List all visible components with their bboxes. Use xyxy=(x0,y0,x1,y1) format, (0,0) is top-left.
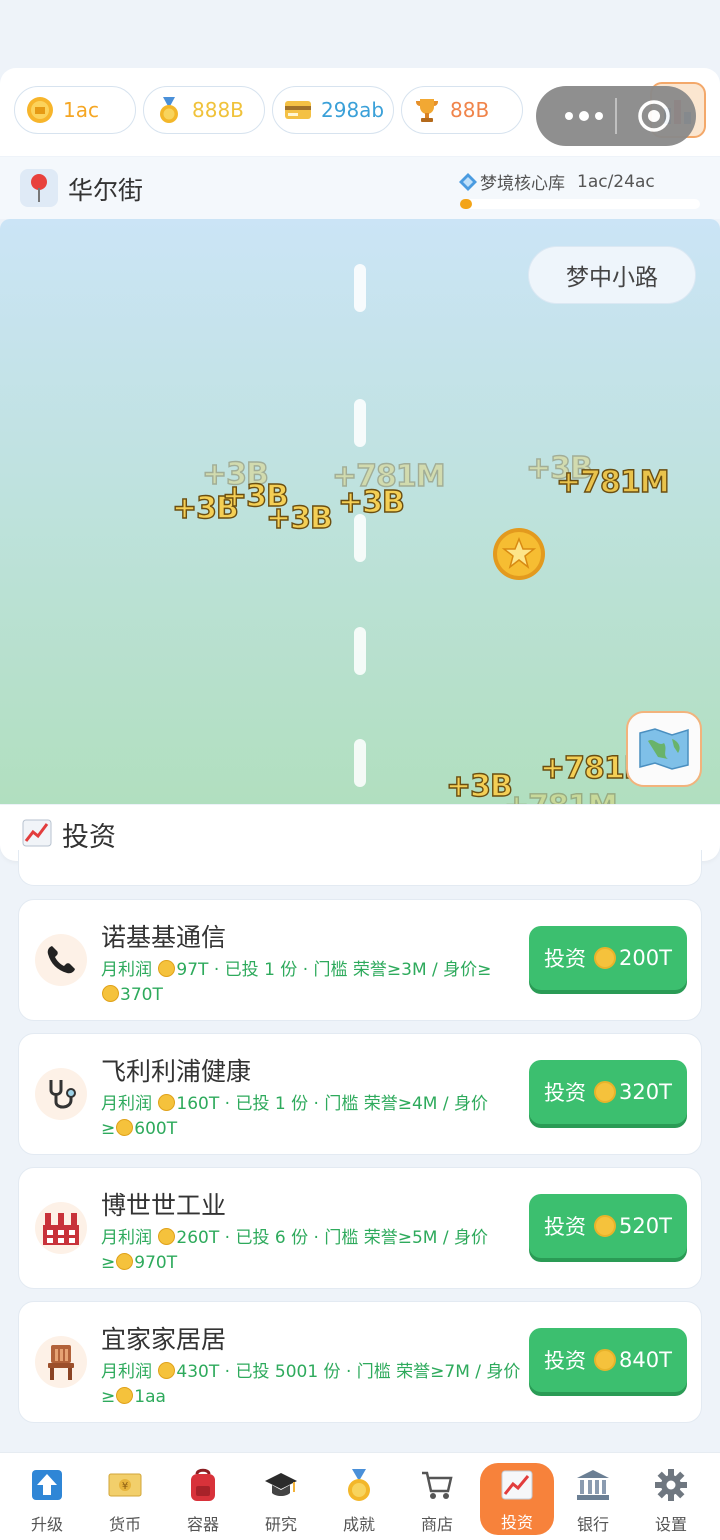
company-name: 诺基基通信 xyxy=(101,923,227,952)
card-icon xyxy=(283,95,313,125)
upgrade-icon xyxy=(29,1467,65,1503)
location-name: 华尔街 xyxy=(68,176,144,205)
diamond-icon xyxy=(459,172,477,191)
invest-button[interactable]: 投资 520T xyxy=(529,1194,687,1258)
nav-item-upgrade[interactable]: 升级 xyxy=(10,1459,84,1535)
chart-icon xyxy=(499,1467,535,1503)
currency-icon: ¥ xyxy=(107,1467,143,1503)
cart-icon xyxy=(419,1467,455,1503)
road-dash xyxy=(354,399,366,447)
coin-icon xyxy=(594,1215,617,1237)
coin-icon xyxy=(594,1349,617,1371)
company-name: 宜家家居居 xyxy=(101,1325,227,1354)
invest-card: 博世世工业 月利润 260T · 已投 6 份 · 门槛 荣誉≥5M / 身价≥… xyxy=(18,1167,702,1289)
nav-item-research[interactable]: 研究 xyxy=(244,1459,318,1535)
map-button[interactable] xyxy=(626,711,702,787)
close-target-icon[interactable] xyxy=(636,98,672,138)
resource-chip-trophy[interactable]: 88B xyxy=(401,86,523,134)
invest-card: 诺基基通信 月利润 97T · 已投 1 份 · 门槛 荣誉≥3M / 身价≥3… xyxy=(18,899,702,1021)
invest-button[interactable]: 投资 320T xyxy=(529,1060,687,1124)
resource-value: 888B xyxy=(192,98,244,122)
previous-invest-card xyxy=(18,850,702,886)
core-storage-name: 梦境核心库 xyxy=(480,174,565,194)
game-scene[interactable]: 梦中小路 +3B +3B +3B +3B +781M +3B +3B +781M… xyxy=(0,219,720,804)
chair-icon xyxy=(35,1336,87,1388)
bottom-nav: 升级 ¥ 货币 容器 研究 成就 商店 投资 银行 设置 xyxy=(0,1452,720,1540)
income-floater: +3B xyxy=(337,484,405,520)
more-icon[interactable] xyxy=(554,104,614,128)
invest-section-title: 投资 xyxy=(62,822,116,853)
chart-icon xyxy=(22,819,52,851)
company-name: 飞利利浦健康 xyxy=(101,1057,252,1086)
star-coin-icon[interactable] xyxy=(492,527,546,585)
core-storage-progress-fill xyxy=(460,199,472,209)
menu-capsule xyxy=(536,86,696,146)
road-dash xyxy=(354,739,366,787)
map-icon xyxy=(639,728,689,770)
nav-item-achievement[interactable]: 成就 xyxy=(322,1459,396,1535)
resource-chip-medal[interactable]: 888B xyxy=(143,86,265,134)
invest-card: 宜家家居居 月利润 430T · 已投 5001 份 · 门槛 荣誉≥7M / … xyxy=(18,1301,702,1423)
nav-item-shop[interactable]: 商店 xyxy=(400,1459,474,1535)
resource-chip-card[interactable]: 298ab xyxy=(272,86,394,134)
road-dash xyxy=(354,264,366,312)
trophy-icon xyxy=(412,95,442,125)
income-floater: +781M xyxy=(503,788,618,804)
medal-icon xyxy=(154,95,184,125)
bank-icon xyxy=(575,1467,611,1503)
nav-item-currency[interactable]: ¥ 货币 xyxy=(88,1459,162,1535)
resource-value: 298ab xyxy=(321,98,385,122)
company-details: 月利润 260T · 已投 6 份 · 门槛 荣誉≥5M / 身价≥ 970T xyxy=(101,1228,488,1273)
income-floater: +3B xyxy=(265,500,333,536)
invest-card: 飞利利浦健康 月利润 160T · 已投 1 份 · 门槛 荣誉≥4M / 身价… xyxy=(18,1033,702,1155)
coin-icon xyxy=(594,947,617,969)
resource-value: 1ac xyxy=(63,98,99,122)
route-button[interactable]: 梦中小路 xyxy=(528,246,696,304)
svg-text:¥: ¥ xyxy=(122,1481,128,1492)
road-dash xyxy=(354,514,366,562)
phone-icon xyxy=(35,934,87,986)
income-floater: +3B xyxy=(445,768,513,804)
company-details: 月利润 160T · 已投 1 份 · 门槛 荣誉≥4M / 身价≥ 600T xyxy=(101,1094,488,1139)
location-pin-icon xyxy=(20,169,58,207)
core-storage-label: 梦境核心库 1ac/24ac xyxy=(458,169,655,194)
location-row: 华尔街 梦境核心库 1ac/24ac xyxy=(0,157,720,219)
nav-item-settings[interactable]: 设置 xyxy=(634,1459,708,1535)
resource-value: 88B xyxy=(450,98,490,122)
core-storage-progress xyxy=(460,199,700,209)
app-screen: 1ac 888B 298ab 88B 华尔街 梦境核心库 1ac/24ac 梦中… xyxy=(0,0,720,1540)
coin-icon xyxy=(25,95,55,125)
nav-item-invest[interactable]: 投资 xyxy=(480,1463,554,1535)
resource-chip-coin[interactable]: 1ac xyxy=(14,86,136,134)
core-storage-value: 1ac/24ac xyxy=(577,171,655,192)
graduation-cap-icon xyxy=(263,1467,299,1503)
company-details: 月利润 430T · 已投 5001 份 · 门槛 荣誉≥7M / 身价≥ 1aa xyxy=(101,1362,521,1407)
coin-icon xyxy=(594,1081,617,1103)
invest-button[interactable]: 投资 840T xyxy=(529,1328,687,1392)
road-dash xyxy=(354,627,366,675)
capsule-divider xyxy=(615,98,617,134)
stethoscope-icon xyxy=(35,1068,87,1120)
gear-icon xyxy=(653,1467,689,1503)
nav-item-container[interactable]: 容器 xyxy=(166,1459,240,1535)
factory-icon xyxy=(35,1202,87,1254)
income-floater: +781M xyxy=(555,464,670,500)
medal-icon xyxy=(341,1467,377,1503)
invest-button[interactable]: 投资 200T xyxy=(529,926,687,990)
backpack-icon xyxy=(185,1467,221,1503)
company-details: 月利润 97T · 已投 1 份 · 门槛 荣誉≥3M / 身价≥370T xyxy=(101,960,492,1005)
nav-item-bank[interactable]: 银行 xyxy=(556,1459,630,1535)
company-name: 博世世工业 xyxy=(101,1191,227,1220)
